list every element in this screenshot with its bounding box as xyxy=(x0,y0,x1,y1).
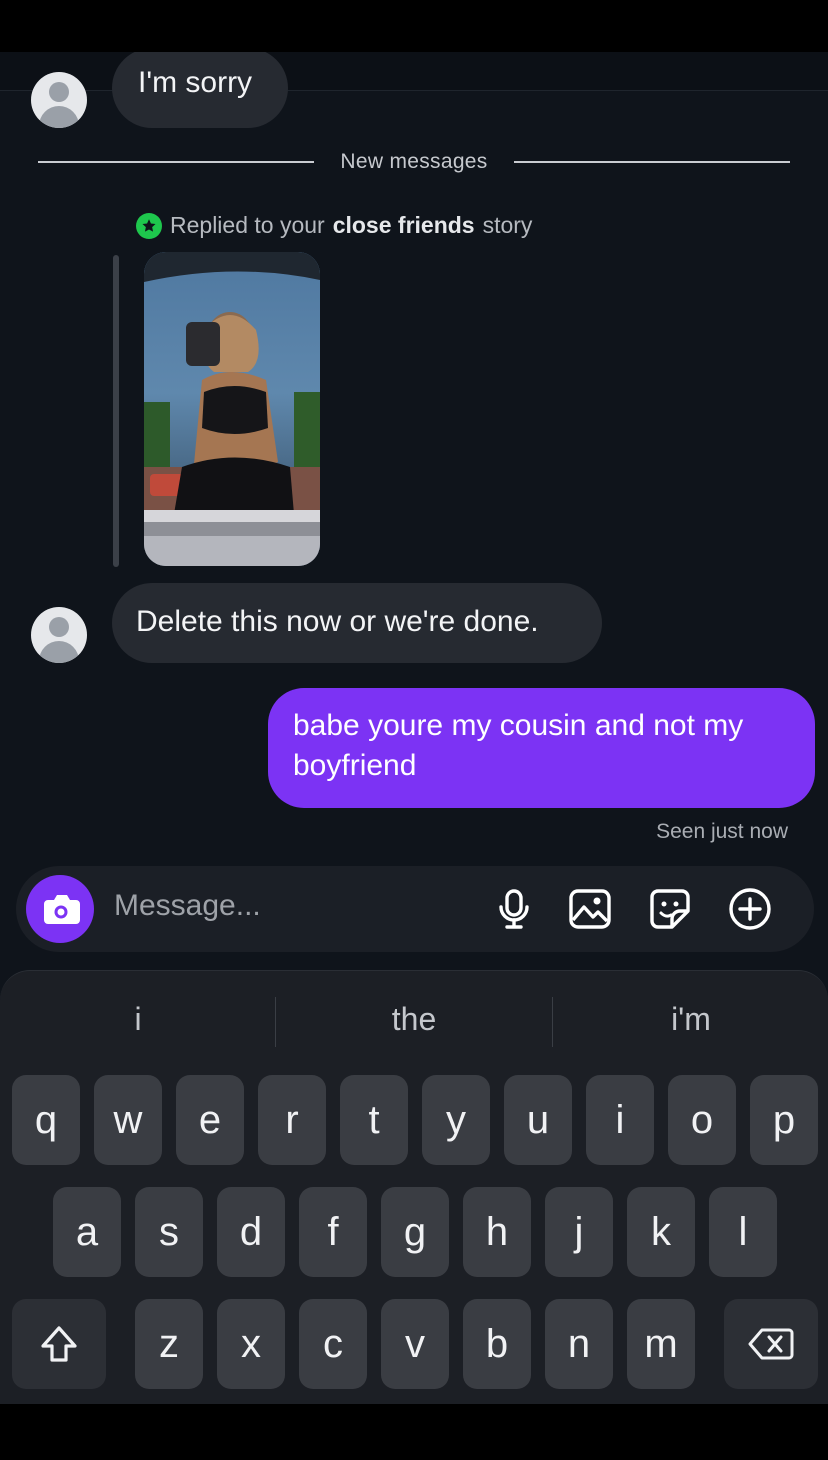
shift-key[interactable] xyxy=(12,1299,106,1389)
close-friends-star-icon xyxy=(136,212,162,239)
divider-line-left xyxy=(38,161,314,163)
reply-prefix: Replied to your xyxy=(170,212,325,238)
key-b[interactable]: b xyxy=(463,1299,531,1389)
message-composer xyxy=(16,866,814,952)
incoming-message-bubble[interactable]: Delete this now or we're done. xyxy=(112,583,602,663)
key-x[interactable]: x xyxy=(217,1299,285,1389)
previous-message-bubble[interactable]: I'm sorry xyxy=(112,52,288,128)
key-l[interactable]: l xyxy=(709,1187,777,1277)
story-reply-label: Replied to your close friends story xyxy=(136,212,532,239)
story-thumbnail[interactable] xyxy=(144,252,320,566)
key-h[interactable]: h xyxy=(463,1187,531,1277)
reply-bold: close friends xyxy=(332,212,475,238)
key-e[interactable]: e xyxy=(176,1075,244,1165)
key-g[interactable]: g xyxy=(381,1187,449,1277)
key-v[interactable]: v xyxy=(381,1299,449,1389)
key-c[interactable]: c xyxy=(299,1299,367,1389)
add-icon[interactable] xyxy=(726,885,774,933)
sticker-icon[interactable] xyxy=(646,885,694,933)
divider-line-right xyxy=(514,161,790,163)
key-s[interactable]: s xyxy=(135,1187,203,1277)
shift-icon xyxy=(41,1326,77,1362)
key-u[interactable]: u xyxy=(504,1075,572,1165)
gallery-icon[interactable] xyxy=(566,885,614,933)
key-q[interactable]: q xyxy=(12,1075,80,1165)
sender-avatar[interactable] xyxy=(31,72,87,128)
key-p[interactable]: p xyxy=(750,1075,818,1165)
key-n[interactable]: n xyxy=(545,1299,613,1389)
key-o[interactable]: o xyxy=(668,1075,736,1165)
camera-icon xyxy=(44,895,80,924)
key-k[interactable]: k xyxy=(627,1187,695,1277)
key-z[interactable]: z xyxy=(135,1299,203,1389)
incoming-message-text: Delete this now or we're done. xyxy=(136,605,539,638)
key-w[interactable]: w xyxy=(94,1075,162,1165)
chat-screen: I'm sorry New messages Replied to your c… xyxy=(0,52,828,1404)
reply-suffix: story xyxy=(482,212,533,238)
suggestion-1[interactable]: i xyxy=(0,1001,276,1038)
reply-indicator-bar xyxy=(113,255,119,567)
previous-message-text: I'm sorry xyxy=(138,66,253,99)
seen-status: Seen just now xyxy=(656,820,788,843)
new-messages-label: New messages xyxy=(340,150,488,173)
key-r[interactable]: r xyxy=(258,1075,326,1165)
sender-avatar[interactable] xyxy=(31,607,87,663)
key-m[interactable]: m xyxy=(627,1299,695,1389)
camera-button[interactable] xyxy=(26,875,94,943)
key-t[interactable]: t xyxy=(340,1075,408,1165)
outgoing-message-text: babe youre my cousin and not my boyfrien… xyxy=(293,709,744,782)
key-f[interactable]: f xyxy=(299,1187,367,1277)
key-i[interactable]: i xyxy=(586,1075,654,1165)
message-input[interactable] xyxy=(112,888,476,924)
suggestion-2[interactable]: the xyxy=(276,1001,552,1038)
outgoing-message-bubble[interactable]: babe youre my cousin and not my boyfrien… xyxy=(268,688,815,808)
key-d[interactable]: d xyxy=(217,1187,285,1277)
suggestion-3[interactable]: i'm xyxy=(553,1001,828,1038)
microphone-icon[interactable] xyxy=(490,885,538,933)
key-a[interactable]: a xyxy=(53,1187,121,1277)
backspace-key[interactable] xyxy=(724,1299,818,1389)
key-j[interactable]: j xyxy=(545,1187,613,1277)
backspace-icon xyxy=(748,1328,794,1360)
keyboard: i the i'm q w e r t y u i o p a s d f g … xyxy=(0,970,828,1404)
key-y[interactable]: y xyxy=(422,1075,490,1165)
